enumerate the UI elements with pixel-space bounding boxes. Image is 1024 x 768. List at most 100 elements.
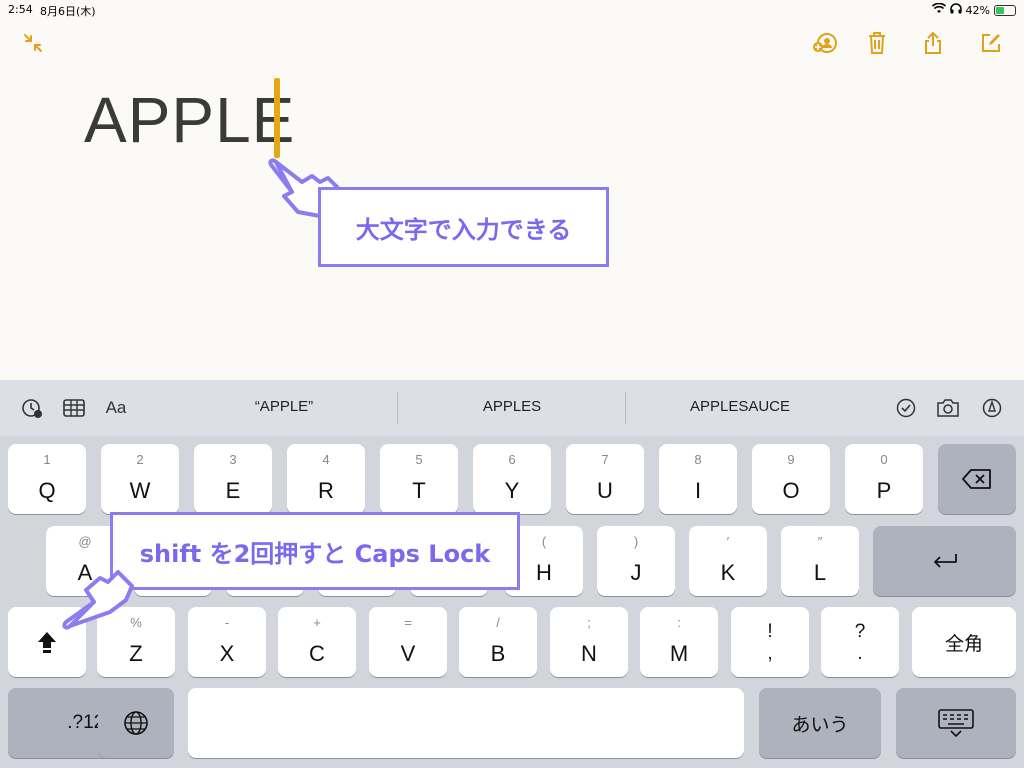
- key-w[interactable]: 2W: [101, 444, 179, 514]
- key-sub-label: 5: [415, 452, 423, 467]
- key-label: P: [876, 478, 892, 503]
- space-bar[interactable]: [188, 688, 744, 758]
- key-label: K: [720, 560, 736, 585]
- key-label: 全角: [944, 633, 983, 655]
- key-sub-label: 6: [508, 452, 516, 467]
- compose-icon[interactable]: [978, 30, 1004, 56]
- key-label: Q: [38, 478, 56, 503]
- key-sub-label: 1: [43, 452, 51, 467]
- key-label: W: [129, 478, 151, 503]
- key-b[interactable]: / B: [459, 607, 537, 677]
- key-sub-label: 9: [787, 452, 795, 467]
- key-label: Y: [504, 478, 520, 503]
- key-y[interactable]: 6Y: [473, 444, 551, 514]
- dismiss-keyboard-key[interactable]: [896, 688, 1016, 758]
- zenkaku-key[interactable]: 全角: [912, 607, 1016, 677]
- key-m[interactable]: :M: [640, 607, 718, 677]
- key-q[interactable]: 1Q: [8, 444, 86, 514]
- annotation-text: shift を2回押すと Caps Lock: [139, 539, 491, 568]
- battery-icon: [994, 4, 1016, 16]
- key-sub-label: ): [633, 534, 639, 549]
- status-right: 42%: [931, 2, 1016, 17]
- key-sub-label: /: [496, 615, 500, 630]
- key-sub-label: 0: [880, 452, 888, 467]
- add-person-icon[interactable]: [812, 30, 838, 56]
- suggestion-item[interactable]: APPLESAUCE: [626, 398, 854, 415]
- key-label: O: [782, 478, 800, 503]
- status-date: 8月6日(木): [40, 5, 96, 18]
- key-label: J: [630, 560, 642, 585]
- key-period[interactable]: ?.: [821, 607, 899, 677]
- key-sub-label: -: [224, 615, 230, 630]
- format-button[interactable]: Aa: [104, 396, 128, 420]
- return-key[interactable]: [873, 526, 1016, 596]
- key-label: L: [813, 560, 827, 585]
- key-sub-label: 2: [136, 452, 144, 467]
- checklist-icon[interactable]: [894, 396, 918, 420]
- key-stack: !,: [731, 621, 809, 665]
- share-icon[interactable]: [920, 30, 946, 56]
- status-time: 2:54: [8, 3, 33, 16]
- key-t[interactable]: 5T: [380, 444, 458, 514]
- key-label: I: [694, 478, 702, 503]
- key-e[interactable]: 3E: [194, 444, 272, 514]
- key-sub-label: !: [767, 621, 773, 642]
- key-sub-label: ″: [817, 534, 823, 549]
- undo-clock-icon[interactable]: [20, 396, 44, 420]
- key-comma[interactable]: !,: [731, 607, 809, 677]
- key-label: T: [412, 478, 426, 503]
- key-label: B: [490, 641, 506, 666]
- key-i[interactable]: 8I: [659, 444, 737, 514]
- markup-icon[interactable]: [980, 396, 1004, 420]
- key-n[interactable]: ; N: [550, 607, 628, 677]
- key-sub-label: +: [313, 615, 321, 630]
- key-sub-label: =: [404, 615, 412, 630]
- key-sub-label: 4: [322, 452, 330, 467]
- key-sub-label: 8: [694, 452, 702, 467]
- key-stack: ?.: [821, 621, 899, 665]
- headphones-icon: [949, 3, 962, 17]
- trash-icon[interactable]: [864, 30, 890, 56]
- globe-key[interactable]: [98, 688, 174, 758]
- key-sub-label: :: [677, 615, 681, 630]
- status-bar: 2:54 8月6日(木) 42%: [0, 0, 1024, 22]
- globe-icon: [98, 688, 174, 758]
- hiragana-key[interactable]: あいう: [759, 688, 881, 758]
- key-label: E: [225, 478, 241, 503]
- key-l[interactable]: ″ L: [781, 526, 859, 596]
- key-label: M: [669, 641, 689, 666]
- suggestion-item[interactable]: “APPLE”: [170, 398, 398, 415]
- shortcut-bar: Aa “APPLE” APPLES APPLESAUCE: [0, 380, 1024, 436]
- collapse-icon[interactable]: [20, 30, 46, 56]
- key-u[interactable]: 7U: [566, 444, 644, 514]
- camera-icon[interactable]: [936, 396, 960, 420]
- key-label: ,: [767, 643, 773, 664]
- battery-percent: 42%: [965, 3, 990, 17]
- note-text[interactable]: APPLE: [84, 84, 295, 156]
- keyboard-dismiss-icon: [896, 688, 1016, 758]
- table-icon[interactable]: [62, 396, 86, 420]
- text-cursor: [274, 78, 280, 158]
- key-r[interactable]: 4R: [287, 444, 365, 514]
- key-c[interactable]: + C: [278, 607, 356, 677]
- key-x[interactable]: -X: [188, 607, 266, 677]
- delete-key[interactable]: [938, 444, 1016, 514]
- key-v[interactable]: = V: [369, 607, 447, 677]
- annotation-text: 大文字で入力できる: [355, 215, 572, 244]
- key-j[interactable]: ) J: [597, 526, 675, 596]
- suggestion-item[interactable]: APPLES: [398, 398, 626, 415]
- key-k[interactable]: ′ K: [689, 526, 767, 596]
- key-p[interactable]: 0P: [845, 444, 923, 514]
- return-icon: [873, 526, 1016, 596]
- key-label: .: [857, 643, 863, 664]
- key-label: N: [581, 641, 597, 666]
- delete-icon: [938, 444, 1016, 514]
- key-label: R: [318, 478, 334, 503]
- key-label: C: [309, 641, 325, 666]
- key-label: あいう: [791, 714, 849, 736]
- wifi-icon: [931, 2, 946, 17]
- key-sub-label: ?: [854, 621, 866, 642]
- key-o[interactable]: 9O: [752, 444, 830, 514]
- annotation-callout: 大文字で入力できる: [318, 187, 609, 267]
- key-label: Z: [129, 641, 143, 666]
